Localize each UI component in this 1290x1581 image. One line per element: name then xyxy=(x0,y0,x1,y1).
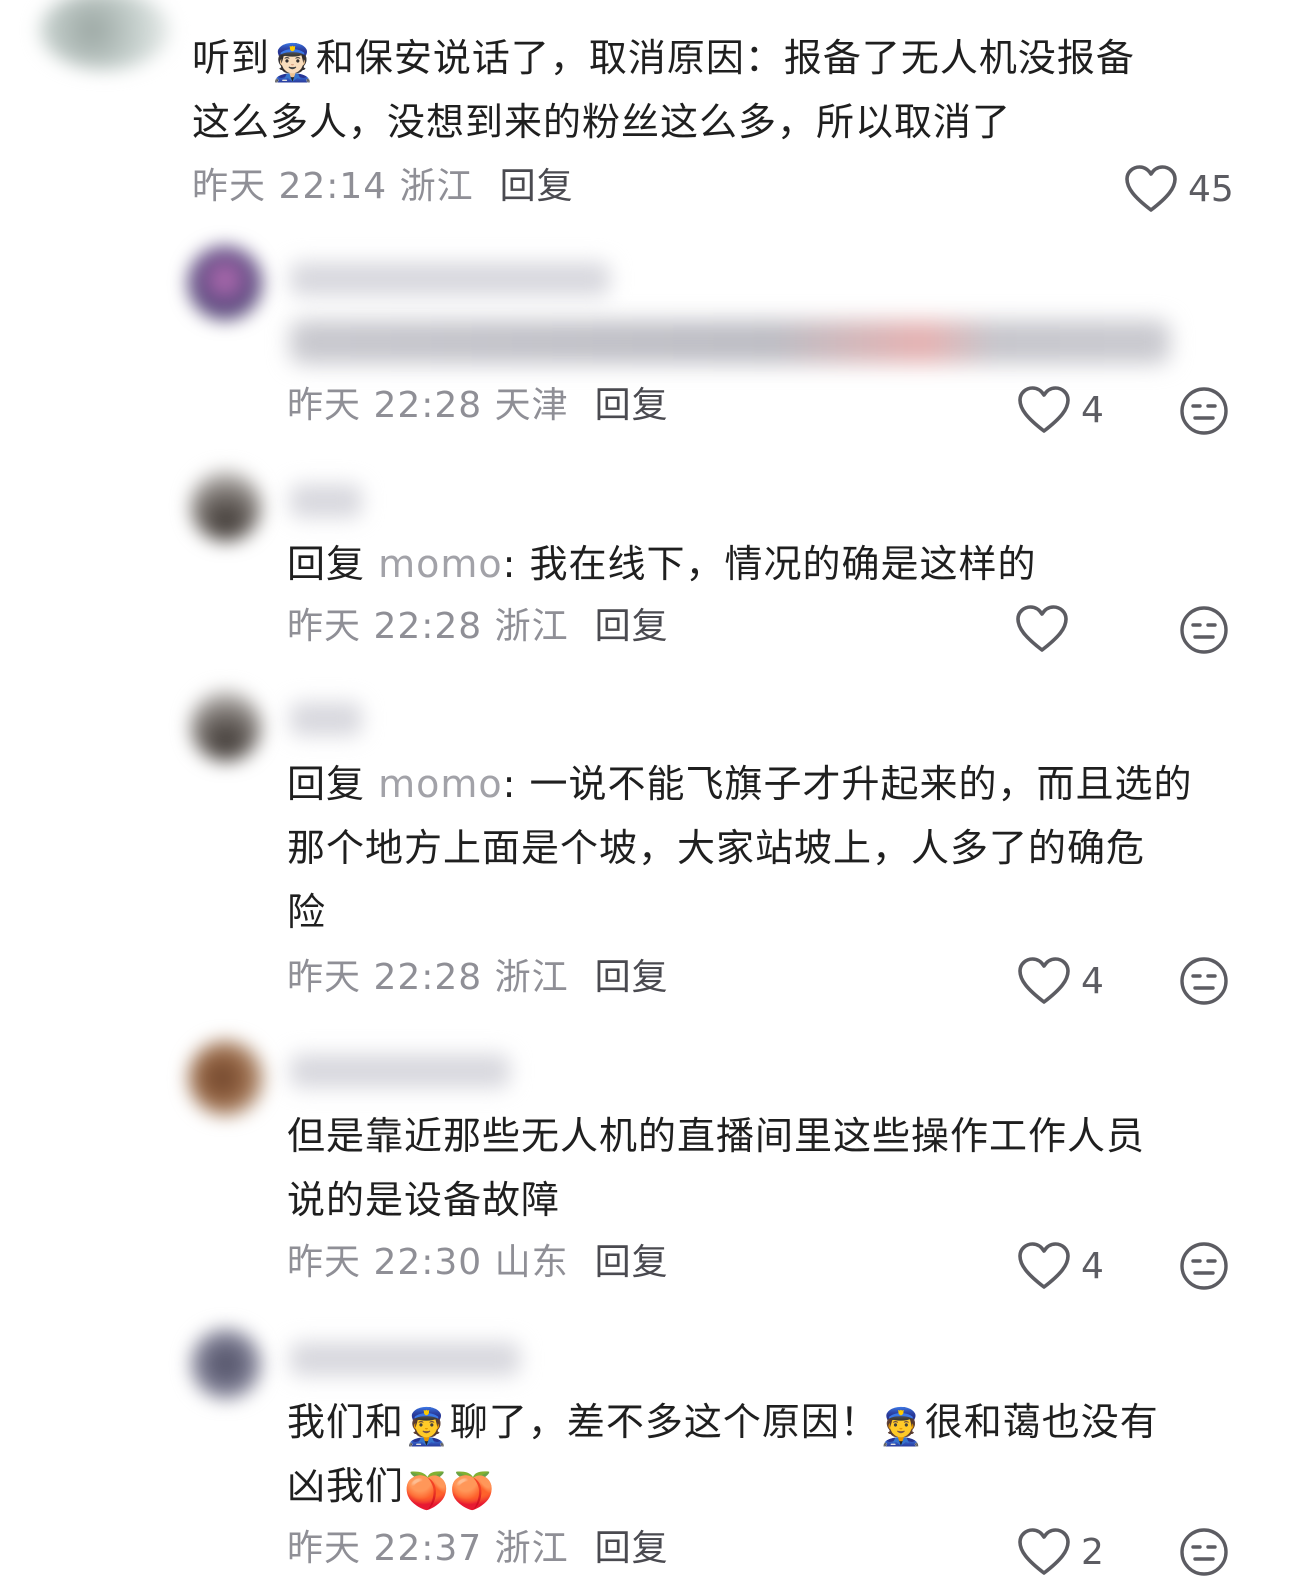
username-blurred xyxy=(290,484,362,518)
avatar[interactable] xyxy=(190,690,262,762)
username-blurred xyxy=(290,702,362,736)
mentioned-user[interactable]: momo xyxy=(378,762,503,806)
neutral-face-icon xyxy=(1179,1241,1229,1291)
comment-meta: 昨天 22:28 浙江 回复 xyxy=(287,956,669,1000)
like-count: 45 xyxy=(1188,168,1234,210)
comment-text-blurred xyxy=(290,320,1170,364)
dislike-button[interactable] xyxy=(1179,1241,1229,1291)
heart-outline-icon xyxy=(1017,1241,1071,1291)
heart-outline-icon xyxy=(1015,604,1069,654)
comment-text: 回复 momo: 我在线下，情况的确是这样的 xyxy=(287,542,1037,586)
username-blurred xyxy=(290,1342,520,1376)
comment-text: 我们和👮聊了，差不多这个原因！👮很和蔼也没有 凶我们🍑🍑 xyxy=(287,1400,1159,1512)
comment-meta: 昨天 22:14 浙江 回复 xyxy=(192,165,574,209)
comment-time-location: 昨天 22:30 山东 xyxy=(287,1242,569,1283)
reply-button[interactable]: 回复 xyxy=(595,957,669,998)
reply-button[interactable]: 回复 xyxy=(595,1528,669,1569)
reply-button[interactable]: 回复 xyxy=(500,166,574,207)
neutral-face-icon xyxy=(1179,386,1229,436)
neutral-face-icon xyxy=(1179,1527,1229,1577)
username-blurred xyxy=(290,262,610,296)
like-count: 2 xyxy=(1081,1531,1104,1573)
avatar[interactable] xyxy=(190,1328,262,1400)
dislike-button[interactable] xyxy=(1179,956,1229,1006)
police-officer-emoji-icon: 👮 xyxy=(878,1407,925,1448)
heart-outline-icon xyxy=(1017,956,1071,1006)
like-button[interactable]: 45 xyxy=(1124,164,1234,214)
comment-meta: 昨天 22:37 浙江 回复 xyxy=(287,1527,669,1571)
reply-button[interactable]: 回复 xyxy=(595,1242,669,1283)
heart-outline-icon xyxy=(1017,385,1071,435)
comment-time-location: 昨天 22:28 天津 xyxy=(287,385,569,426)
dislike-button[interactable] xyxy=(1179,386,1229,436)
reply-button[interactable]: 回复 xyxy=(595,385,669,426)
heart-outline-icon xyxy=(1124,164,1178,214)
comment-time-location: 昨天 22:37 浙江 xyxy=(287,1528,569,1569)
comment-meta: 昨天 22:28 天津 回复 xyxy=(287,384,669,428)
like-count: 4 xyxy=(1081,389,1104,431)
avatar[interactable] xyxy=(190,470,262,542)
neutral-face-icon xyxy=(1179,605,1229,655)
dislike-button[interactable] xyxy=(1179,605,1229,655)
avatar[interactable] xyxy=(188,246,262,320)
comment-meta: 昨天 22:30 山东 回复 xyxy=(287,1241,669,1285)
reply-button[interactable]: 回复 xyxy=(595,606,669,647)
dislike-button[interactable] xyxy=(1179,1527,1229,1577)
like-count: 4 xyxy=(1081,960,1104,1002)
avatar[interactable] xyxy=(188,1040,264,1116)
comment-text: 回复 momo: 一说不能飞旗子才升起来的，而且选的 那个地方上面是个坡，大家站坡… xyxy=(287,762,1193,934)
like-button[interactable]: 4 xyxy=(1017,956,1104,1006)
heart-outline-icon xyxy=(1017,1527,1071,1577)
like-button[interactable]: 4 xyxy=(1017,385,1104,435)
comment-text: 但是靠近那些无人机的直播间里这些操作工作人员 说的是设备故障 xyxy=(287,1114,1146,1222)
police-officer-emoji-icon: 👮 xyxy=(404,1407,450,1448)
username-blurred xyxy=(290,1054,510,1088)
comment-time-location: 昨天 22:28 浙江 xyxy=(287,957,569,998)
comment-time-location: 昨天 22:14 浙江 xyxy=(192,166,474,207)
peach-face-emoji-icon: 🍑 xyxy=(404,1471,450,1512)
comment-text: 听到👮🏻和保安说话了，取消原因：报备了无人机没报备 这么多人，没想到来的粉丝这么多… xyxy=(192,36,1135,144)
like-button[interactable]: 4 xyxy=(1017,1241,1104,1291)
police-officer-emoji-icon: 👮🏻 xyxy=(270,43,316,84)
peach-face-emoji-icon: 🍑 xyxy=(449,1471,496,1512)
comment-meta: 昨天 22:28 浙江 回复 xyxy=(287,605,669,649)
neutral-face-icon xyxy=(1179,956,1229,1006)
like-button[interactable] xyxy=(1015,604,1069,654)
like-count: 4 xyxy=(1081,1245,1104,1287)
mentioned-user[interactable]: momo xyxy=(378,542,503,586)
comment-time-location: 昨天 22:28 浙江 xyxy=(287,606,569,647)
avatar[interactable] xyxy=(40,0,170,70)
like-button[interactable]: 2 xyxy=(1017,1527,1104,1577)
